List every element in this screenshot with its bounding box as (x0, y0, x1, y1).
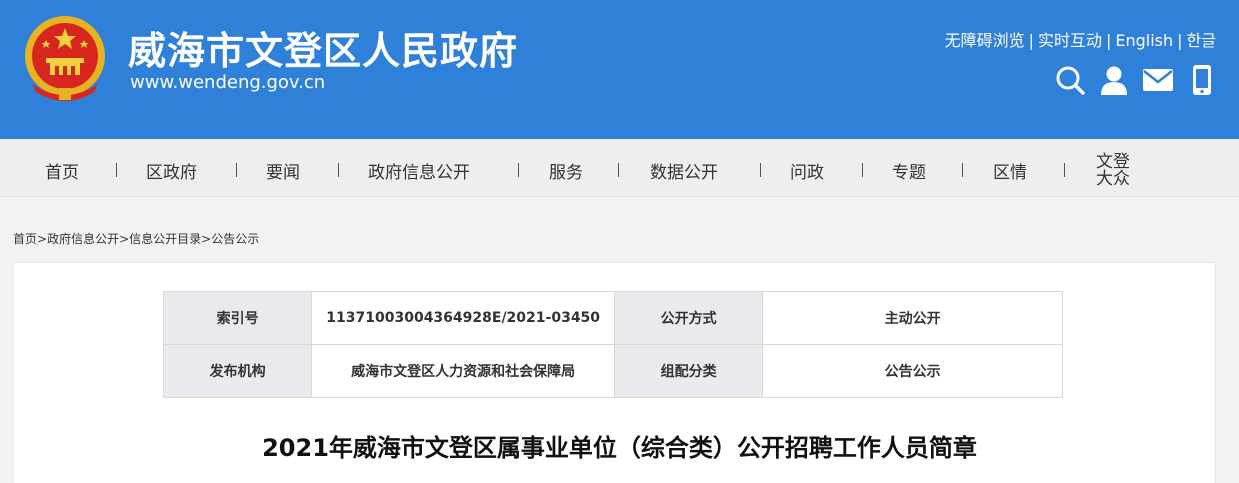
table-row: 索引号 11371003004364928E/2021-03450 公开方式 主… (162, 291, 1063, 345)
nav-divider (862, 163, 863, 177)
nav-wendeng-line2: 大众 (1096, 169, 1130, 189)
nav-services[interactable]: 服务 (549, 158, 583, 183)
nav-wendeng-dazhong[interactable]: 文登 大众 (1096, 154, 1130, 188)
nav-district-government[interactable]: 区政府 (146, 158, 197, 183)
nav-divider (116, 163, 117, 177)
top-links: 无障碍浏览 | 实时互动 | English | 한글 (944, 31, 1216, 50)
nav-divider (518, 163, 519, 177)
accessibility-link[interactable]: 无障碍浏览 (945, 31, 1025, 50)
document-meta-table: 索引号 11371003004364928E/2021-03450 公开方式 主… (162, 291, 1063, 398)
category-value: 公告公示 (762, 344, 1063, 398)
article-title: 2021年威海市文登区属事业单位（综合类）公开招聘工作人员简章 (262, 434, 977, 462)
publishing-org-value: 威海市文登区人力资源和社会保障局 (311, 344, 615, 398)
nav-divider (760, 163, 761, 177)
korean-link[interactable]: 한글 (1187, 31, 1216, 50)
mobile-icon[interactable] (1187, 64, 1217, 96)
nav-divider (618, 163, 619, 177)
nav-divider (236, 163, 237, 177)
nav-news[interactable]: 要闻 (266, 158, 300, 183)
breadcrumb-separator: > (37, 232, 48, 246)
nav-inquiry[interactable]: 问政 (790, 158, 824, 183)
user-icon[interactable] (1099, 64, 1129, 96)
disclosure-method-value: 主动公开 (762, 291, 1063, 345)
nav-divider (338, 163, 339, 177)
publishing-org-label: 发布机构 (162, 344, 313, 398)
breadcrumb-gov-info[interactable]: 政府信息公开 (47, 232, 119, 246)
header-icon-bar (1055, 64, 1217, 96)
national-emblem-logo[interactable] (22, 14, 108, 102)
site-url: www.wendeng.gov.cn (130, 72, 326, 93)
nav-divider (1064, 163, 1065, 177)
site-header: 威海市文登区人民政府 www.wendeng.gov.cn 无障碍浏览 | 实时互动… (0, 0, 1239, 139)
breadcrumb-separator: > (201, 232, 212, 246)
index-number-value: 11371003004364928E/2021-03450 (311, 291, 615, 345)
category-label: 组配分类 (613, 344, 764, 398)
site-title: 威海市文登区人民政府 (128, 29, 519, 73)
main-navigation: 首页 区政府 要闻 政府信息公开 服务 数据公开 问政 专题 区情 文登 大众 (0, 139, 1239, 197)
nav-divider (962, 163, 963, 177)
nav-special-topics[interactable]: 专题 (892, 158, 926, 183)
nav-home[interactable]: 首页 (45, 158, 79, 183)
breadcrumb-announcements[interactable]: 公告公示 (211, 232, 259, 246)
breadcrumb-separator: > (119, 232, 130, 246)
index-number-label: 索引号 (162, 291, 313, 345)
search-icon[interactable] (1055, 64, 1085, 96)
live-interaction-link[interactable]: 实时互动 (1038, 31, 1102, 50)
breadcrumb-home[interactable]: 首页 (13, 232, 37, 246)
nav-open-data[interactable]: 数据公开 (650, 158, 718, 183)
mail-icon[interactable] (1143, 64, 1173, 96)
disclosure-method-label: 公开方式 (613, 291, 764, 345)
nav-government-info-disclosure[interactable]: 政府信息公开 (368, 158, 470, 183)
nav-district-profile[interactable]: 区情 (993, 158, 1027, 183)
breadcrumb-info-catalog[interactable]: 信息公开目录 (129, 232, 201, 246)
english-link[interactable]: English (1115, 31, 1173, 50)
table-row: 发布机构 威海市文登区人力资源和社会保障局 组配分类 公告公示 (162, 344, 1063, 398)
breadcrumb: 首页>政府信息公开>信息公开目录>公告公示 (13, 230, 259, 247)
